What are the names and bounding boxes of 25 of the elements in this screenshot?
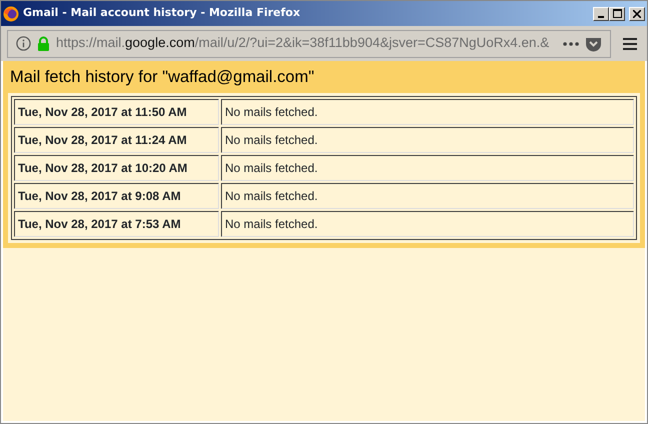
time-cell: Tue, Nov 28, 2017 at 7:53 AM — [14, 210, 219, 237]
result-cell: No mails fetched. — [221, 182, 634, 209]
firefox-logo-icon — [3, 6, 19, 22]
time-cell: Tue, Nov 28, 2017 at 11:24 AM — [14, 126, 219, 153]
minimize-icon — [598, 16, 604, 18]
maximize-button[interactable] — [609, 6, 625, 20]
result-cell: No mails fetched. — [221, 126, 634, 153]
address-bar[interactable]: https://mail.google.com/mail/u/2/?ui=2&ik=38f11bb904&jsver=CS87NgUoRx4.en.& — [7, 30, 611, 58]
result-cell: No mails fetched. — [221, 98, 634, 125]
minimize-button[interactable] — [593, 6, 609, 20]
more-icon[interactable] — [563, 42, 579, 46]
maximize-icon — [612, 9, 622, 18]
close-icon — [633, 10, 641, 18]
pocket-icon[interactable] — [585, 36, 602, 52]
close-button[interactable] — [629, 6, 645, 20]
url-text: https://mail.google.com/mail/u/2/?ui=2&ik=38f11bb904&jsver=CS87NgUoRx4.en.& — [56, 34, 550, 52]
window-title: Gmail - Mail account history - Mozilla Firefox — [23, 5, 300, 22]
result-cell: No mails fetched. — [221, 154, 634, 181]
info-icon[interactable] — [16, 36, 31, 51]
time-cell: Tue, Nov 28, 2017 at 9:08 AM — [14, 182, 219, 209]
page-heading: Mail fetch history for "waffad@gmail.com" — [9, 67, 316, 88]
result-cell: No mails fetched. — [221, 210, 634, 237]
menu-icon[interactable] — [623, 38, 637, 50]
time-cell: Tue, Nov 28, 2017 at 11:50 AM — [14, 98, 219, 125]
time-cell: Tue, Nov 28, 2017 at 10:20 AM — [14, 154, 219, 181]
